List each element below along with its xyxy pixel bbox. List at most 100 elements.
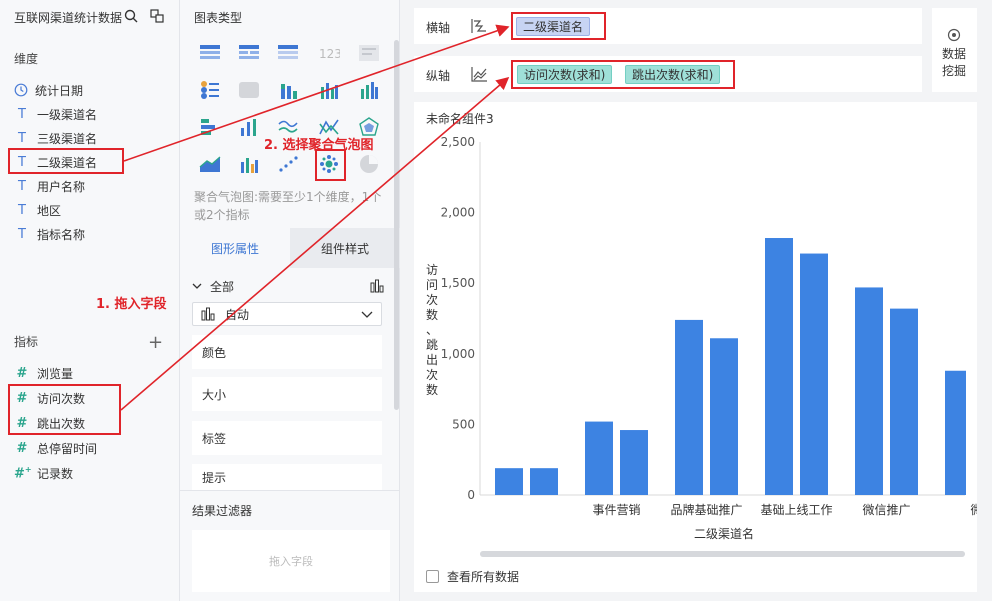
tab-graphic-properties[interactable]: 图形属性	[180, 228, 290, 268]
switch-dataset-icon[interactable]	[150, 9, 164, 23]
chart-horizontal-scrollbar[interactable]	[480, 551, 965, 557]
property-size[interactable]: 大小	[192, 377, 382, 411]
text-widget-icon[interactable]	[358, 42, 380, 64]
table-chart-icon[interactable]	[199, 42, 221, 64]
x-axis-icon	[471, 19, 486, 33]
x-axis-title: 二级渠道名	[694, 526, 754, 541]
property-tabs: 图形属性 组件样式	[180, 228, 400, 268]
number-field-icon: #	[16, 440, 28, 456]
result-filter-dropzone[interactable]: 拖入字段	[192, 530, 390, 592]
dimension-item-metric-name[interactable]: T 指标名称	[14, 223, 85, 245]
data-mining-icon	[947, 28, 961, 42]
x-tick-label: 品牌基础推广	[670, 503, 742, 517]
y-tick-label: 1,500	[441, 276, 475, 290]
multi-bar-icon[interactable]	[318, 79, 340, 101]
field-label: 统计日期	[35, 83, 84, 98]
y-tick-label: 500	[452, 417, 475, 431]
legend-list-icon[interactable]	[199, 79, 221, 101]
metric-item-record-count[interactable]: #+ 记录数	[14, 462, 73, 484]
bar-type-icon[interactable]	[370, 279, 384, 293]
panel-scrollbar[interactable]	[394, 40, 399, 410]
y-axis-icon	[471, 67, 487, 82]
svg-text:123: 123	[319, 47, 340, 61]
dimension-item-date[interactable]: 统计日期	[14, 79, 83, 101]
bar-1-4	[890, 308, 918, 495]
y-axis-label: 纵轴	[426, 69, 451, 83]
bar-type-icon	[201, 307, 215, 321]
range-bar-icon[interactable]	[238, 116, 260, 138]
text-field-icon: T	[18, 178, 26, 194]
bar-1-0	[530, 468, 558, 495]
field-label: 浏览量	[37, 366, 74, 381]
y-axis-title-char: 次	[426, 293, 438, 307]
y-tick-label: 0	[467, 488, 475, 502]
bar-0-3	[765, 238, 793, 496]
dimension-item-username[interactable]: T 用户名称	[14, 175, 85, 197]
x-tick-label: 基础上线工作	[760, 503, 832, 517]
bar-1-1	[620, 430, 648, 495]
chart-subtype-select[interactable]: 自动	[192, 302, 382, 326]
step2-annotation: 2. 选择聚合气泡图	[264, 138, 374, 153]
text-field-icon: T	[18, 202, 26, 218]
field-label: 地区	[37, 203, 62, 218]
tab-component-style[interactable]: 组件样式	[290, 228, 400, 268]
show-all-checkbox[interactable]	[426, 570, 439, 583]
horizontal-bar-icon[interactable]	[199, 116, 221, 138]
y-axis-title-char: 跳	[426, 338, 438, 352]
y-axis-title-char: 数	[426, 382, 438, 397]
x-tick-label: 微信推广	[862, 503, 910, 517]
clock-icon	[14, 83, 28, 97]
y-axis-title-char: 出	[426, 353, 438, 367]
dimension-item-region[interactable]: T 地区	[14, 199, 61, 221]
x-axis-row: 横轴 二级渠道名	[414, 8, 922, 44]
dimension-item-level3[interactable]: T 三级渠道名	[14, 127, 97, 149]
metric-item-total-time[interactable]: # 总停留时间	[14, 437, 97, 459]
y-axis-title-char: 访	[426, 263, 438, 277]
dataset-title[interactable]: 互联网渠道统计数据	[14, 9, 122, 26]
bubble-highlight-box	[315, 149, 346, 181]
text-field-icon: T	[18, 106, 26, 122]
field-label: 总停留时间	[37, 441, 98, 456]
property-tooltip[interactable]: 提示	[192, 464, 382, 490]
stacked-bar-icon[interactable]	[277, 79, 299, 101]
add-metric-icon[interactable]: +	[148, 332, 163, 353]
text-field-icon: T	[18, 226, 26, 242]
bar-0-1	[585, 421, 613, 495]
data-mining-button[interactable]: 数据挖掘	[932, 8, 977, 92]
field-label: 指标名称	[37, 227, 86, 242]
all-series-row[interactable]: 全部	[192, 276, 384, 296]
scrollbar-thumb[interactable]	[480, 551, 965, 557]
show-all-data-toggle[interactable]: 查看所有数据	[426, 568, 519, 585]
metric-item-pageviews[interactable]: # 浏览量	[14, 362, 73, 384]
grouped-bar-icon[interactable]	[358, 79, 380, 101]
property-color[interactable]: 颜色	[192, 335, 382, 369]
chart-type-title: 图表类型	[194, 11, 243, 25]
pivot-table-icon[interactable]	[238, 42, 260, 64]
pie-chart-icon[interactable]	[358, 153, 380, 175]
area-chart-icon[interactable]	[199, 153, 221, 175]
left-panel: 互联网渠道统计数据 维度 统计日期 T 一级渠道名 T 三级渠道名 T 二级渠道…	[0, 0, 180, 601]
detail-table-icon[interactable]	[277, 42, 299, 64]
chevron-down-icon	[192, 283, 202, 289]
y-axis-title-char: 次	[426, 368, 438, 382]
show-all-label: 查看所有数据	[447, 570, 520, 584]
bar-1-2	[710, 338, 738, 495]
field-label: 用户名称	[37, 179, 86, 194]
kpi-number-icon[interactable]: 123	[318, 42, 340, 64]
x-tick-label: 事件营销	[592, 503, 640, 517]
search-icon[interactable]	[124, 9, 138, 23]
y-axis-title-char: 、	[426, 323, 438, 337]
bar-0-4	[855, 287, 883, 495]
bar-chart: 05001,0001,5002,0002,500访问次数、跳出次数事件营销 品牌基…	[426, 135, 977, 541]
field-label: 一级渠道名	[37, 107, 98, 122]
bar-0-2	[675, 319, 703, 495]
property-label[interactable]: 标签	[192, 421, 382, 455]
dimension-item-level1[interactable]: T 一级渠道名	[14, 103, 97, 125]
metrics-label: 指标	[14, 335, 39, 349]
map-chart-icon[interactable]	[238, 79, 260, 101]
calculated-number-icon: #+	[14, 464, 32, 482]
combo-bar-icon[interactable]	[238, 153, 260, 175]
y-axis-title-char: 问	[426, 278, 438, 292]
chart-type-panel: 图表类型 123 聚合气泡图:需要至少1个维度，1个或2个指标 图形属性 组件样…	[180, 0, 400, 601]
scatter-chart-icon[interactable]	[277, 153, 299, 175]
